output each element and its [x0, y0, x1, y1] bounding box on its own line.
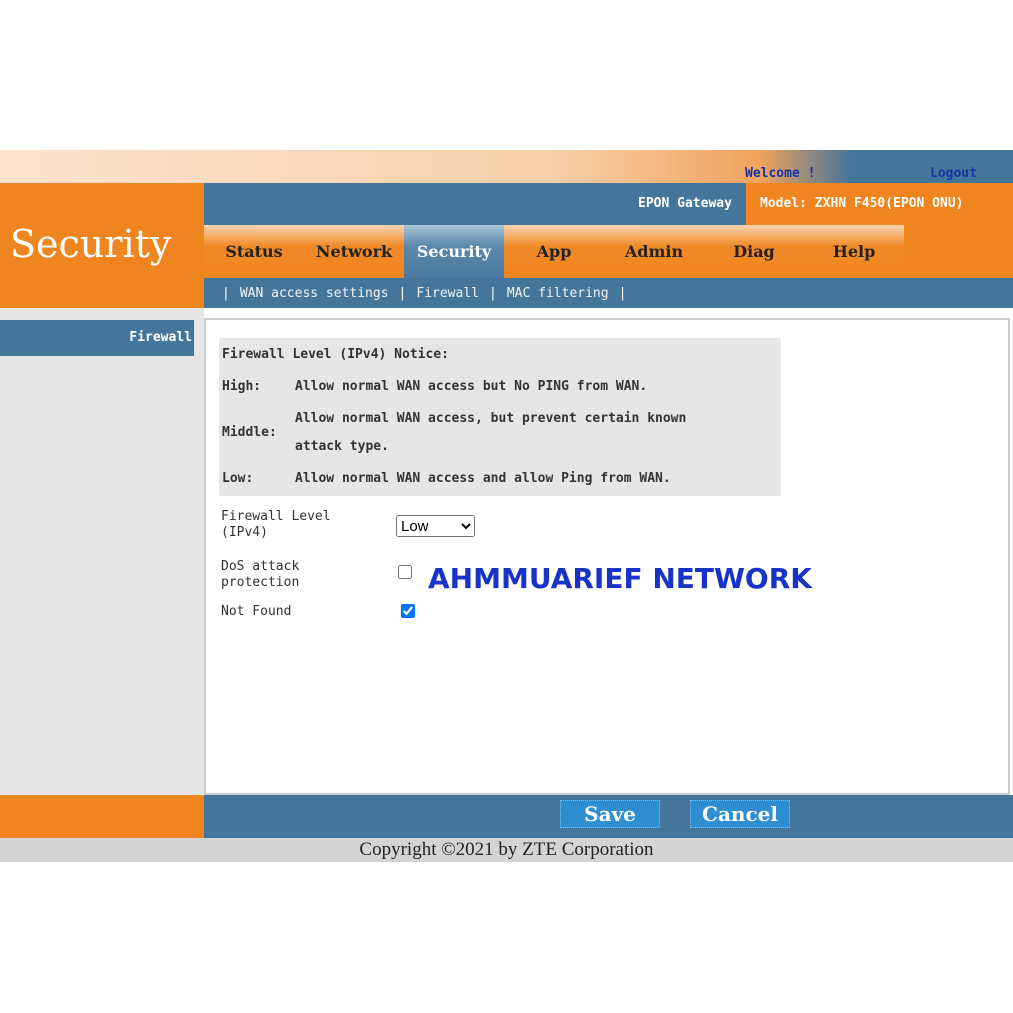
save-button[interactable]: Save	[560, 800, 660, 828]
footer-left	[0, 795, 204, 838]
tab-security[interactable]: Security	[404, 225, 504, 278]
firewall-level-select[interactable]: Low	[396, 515, 475, 537]
copyright: Copyright ©2021 by ZTE Corporation	[0, 838, 1013, 862]
page-title: Security	[10, 222, 172, 266]
label-line: (IPv4)	[221, 525, 268, 540]
tab-app[interactable]: App	[504, 225, 604, 278]
sub-navigation: | WAN access settings | Firewall | MAC f…	[204, 278, 1013, 308]
watermark-text: AHMMUARIEF NETWORK	[428, 562, 812, 595]
notice-level-low: Low:	[222, 471, 254, 486]
notice-title: Firewall Level (IPv4) Notice:	[222, 347, 449, 362]
not-found-label: Not Found	[221, 604, 292, 619]
logout-link[interactable]: Logout	[930, 166, 977, 181]
cancel-button[interactable]: Cancel	[690, 800, 790, 828]
separator: |	[398, 285, 407, 301]
separator: |	[618, 285, 627, 301]
firewall-level-label: Firewall Level (IPv4)	[221, 509, 331, 541]
dos-protection-checkbox[interactable]	[398, 565, 412, 579]
notice-text-middle-2: attack type.	[295, 439, 389, 454]
tab-status[interactable]: Status	[204, 225, 304, 278]
notice-level-high: High:	[222, 379, 262, 394]
separator: |	[489, 285, 497, 301]
top-banner	[0, 150, 1013, 183]
dos-label: DoS attack protection	[221, 559, 299, 591]
notice-text-low: Allow normal WAN access and allow Ping f…	[295, 471, 671, 486]
label-line: protection	[221, 575, 300, 590]
subnav-firewall[interactable]: Firewall	[416, 286, 479, 301]
separator: |	[222, 285, 230, 301]
tab-admin[interactable]: Admin	[604, 225, 704, 278]
sidebar	[0, 308, 204, 795]
sidebar-item-firewall[interactable]: Firewall	[0, 320, 194, 356]
firewall-notice: Firewall Level (IPv4) Notice: High: Allo…	[219, 338, 781, 496]
notice-level-middle: Middle:	[222, 425, 277, 440]
subnav-wan-access-settings[interactable]: WAN access settings	[240, 286, 389, 301]
tab-diag[interactable]: Diag	[704, 225, 804, 278]
label-line: DoS attack	[221, 559, 300, 574]
model-label: Model: ZXHN F450(EPON ONU)	[760, 196, 964, 211]
not-found-checkbox[interactable]	[401, 604, 415, 618]
tab-network[interactable]: Network	[304, 225, 404, 278]
subnav-mac-filtering[interactable]: MAC filtering	[507, 286, 609, 301]
main-tabs: Status Network Security App Admin Diag H…	[204, 225, 904, 278]
notice-text-high: Allow normal WAN access but No PING from…	[295, 379, 648, 394]
welcome-text: Welcome !	[745, 166, 816, 181]
notice-text-middle-1: Allow normal WAN access, but prevent cer…	[295, 411, 687, 426]
label-line: Firewall Level	[221, 509, 331, 524]
gateway-label: EPON Gateway	[638, 196, 732, 211]
tab-help[interactable]: Help	[804, 225, 904, 278]
